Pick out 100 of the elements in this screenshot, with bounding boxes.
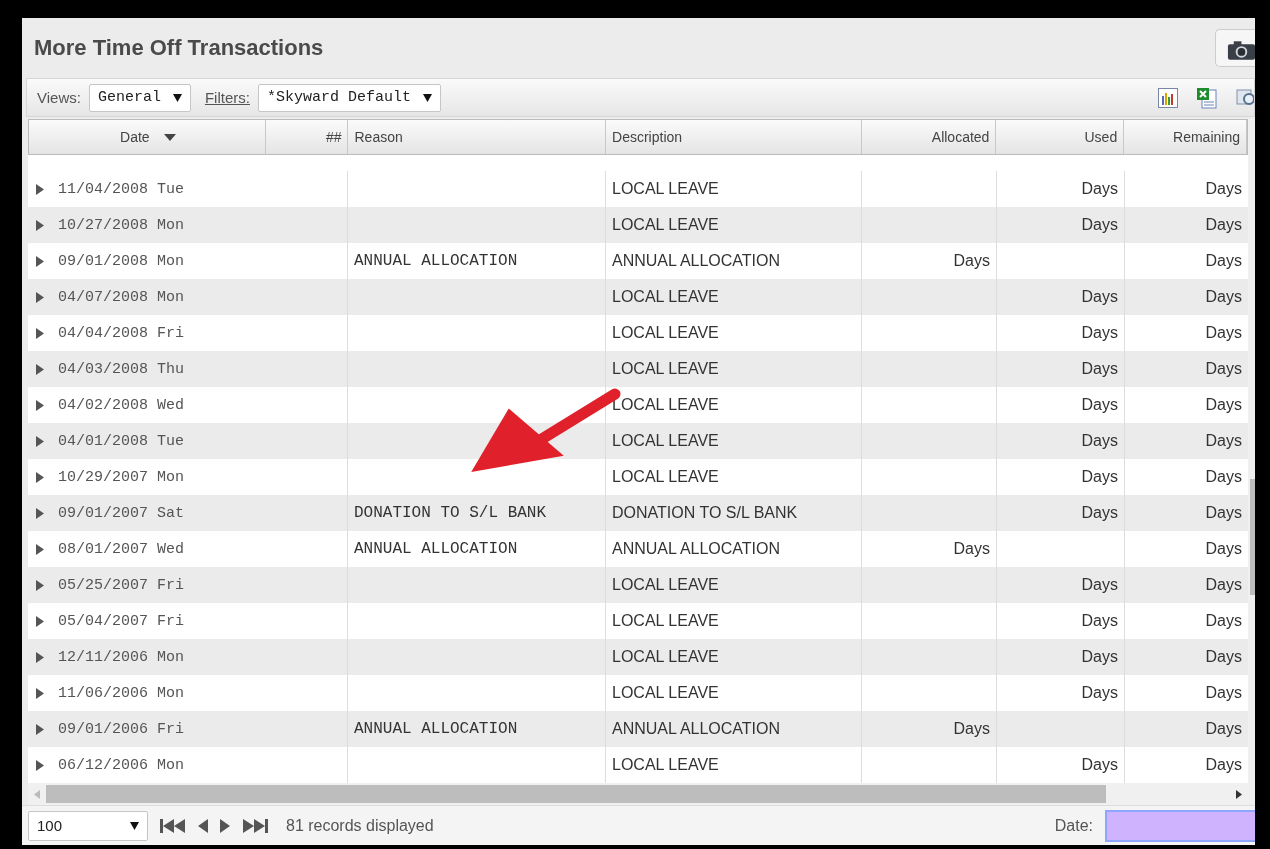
dropdown-caret-icon (130, 821, 139, 830)
remaining-cell: Days (1205, 504, 1242, 523)
description-cell: ANNUAL ALLOCATION (612, 720, 781, 739)
description-cell: LOCAL LEAVE (612, 360, 719, 379)
remaining-cell: Days (1205, 684, 1242, 703)
expand-icon[interactable] (36, 615, 44, 627)
date-cell: 06/12/2006 Mon (58, 756, 185, 774)
description-cell: LOCAL LEAVE (612, 180, 719, 199)
description-cell: LOCAL LEAVE (612, 216, 719, 235)
remaining-cell: Days (1205, 648, 1242, 667)
expand-icon[interactable] (36, 471, 44, 483)
reason-cell: ANNUAL ALLOCATION (354, 720, 518, 739)
reason-cell: DONATION TO S/L BANK (354, 504, 547, 523)
page-size-select[interactable]: 100 (28, 810, 148, 841)
description-cell: DONATION TO S/L BANK (612, 504, 798, 523)
column-header[interactable]: Allocated (861, 120, 997, 155)
used-cell: Days (1081, 576, 1118, 595)
previous-page-icon[interactable] (198, 817, 208, 834)
expand-icon[interactable] (36, 507, 44, 519)
last-page-icon[interactable] (242, 817, 268, 834)
used-cell: Days (1081, 468, 1118, 487)
date-cell: 08/01/2007 Wed (58, 540, 185, 558)
used-cell: Days (1081, 612, 1118, 631)
description-cell: LOCAL LEAVE (612, 288, 719, 307)
dropdown-caret-icon (172, 93, 182, 102)
remaining-cell: Days (1205, 180, 1242, 199)
expand-icon[interactable] (36, 219, 44, 231)
date-cell: 05/04/2007 Fri (58, 612, 185, 630)
views-select[interactable]: General (88, 83, 191, 112)
filters-select[interactable]: *Skyward Default (257, 83, 441, 112)
date-cell: 04/02/2008 Wed (58, 396, 185, 414)
date-cell: 04/03/2008 Thu (58, 360, 185, 378)
allocated-cell: Days (953, 540, 990, 559)
allocated-cell: Days (953, 720, 990, 739)
used-cell: Days (1081, 216, 1118, 235)
page-title: More Time Off Transactions (34, 35, 325, 62)
description-cell: LOCAL LEAVE (612, 612, 719, 631)
date-cell: 04/04/2008 Fri (58, 324, 185, 342)
expand-icon[interactable] (36, 183, 44, 195)
filters-link[interactable]: Filters: (204, 89, 250, 107)
first-page-icon[interactable] (160, 817, 186, 834)
scroll-right-icon[interactable] (1236, 789, 1242, 799)
dropdown-caret-icon (422, 93, 432, 102)
description-cell: LOCAL LEAVE (612, 684, 719, 703)
expand-icon[interactable] (36, 327, 44, 339)
expand-icon[interactable] (36, 435, 44, 447)
description-cell: ANNUAL ALLOCATION (612, 540, 781, 559)
remaining-cell: Days (1205, 216, 1242, 235)
date-cell: 09/01/2006 Fri (58, 720, 185, 738)
date-cell: 11/04/2008 Tue (58, 180, 185, 198)
used-cell: Days (1081, 684, 1118, 703)
description-cell: LOCAL LEAVE (612, 576, 719, 595)
horizontal-scrollbar[interactable] (46, 785, 1106, 804)
remaining-cell: Days (1205, 324, 1242, 343)
expand-icon[interactable] (36, 543, 44, 555)
expand-icon[interactable] (36, 723, 44, 735)
remaining-cell: Days (1205, 288, 1242, 307)
allocated-cell: Days (953, 252, 990, 271)
used-cell: Days (1081, 324, 1118, 343)
used-cell: Days (1081, 360, 1118, 379)
date-cell: 11/06/2006 Mon (58, 684, 185, 702)
date-cell: 04/01/2008 Tue (58, 432, 185, 450)
expand-icon[interactable] (36, 579, 44, 591)
column-header[interactable]: ## (265, 120, 349, 155)
camera-button[interactable] (1215, 29, 1255, 68)
views-label: Views: (37, 89, 81, 107)
date-cell: 10/29/2007 Mon (58, 468, 185, 486)
date-cell: 10/27/2008 Mon (58, 216, 185, 234)
date-cell: 12/11/2006 Mon (58, 648, 185, 666)
expand-icon[interactable] (36, 399, 44, 411)
column-header[interactable]: Remaining (1124, 120, 1247, 155)
column-header[interactable]: Description (606, 120, 862, 155)
column-header[interactable]: Date (29, 120, 266, 155)
spreadsheet-icon[interactable] (1196, 86, 1218, 109)
remaining-cell: Days (1205, 612, 1242, 631)
expand-icon[interactable] (36, 651, 44, 663)
records-count: 81 records displayed (286, 816, 434, 835)
expand-icon[interactable] (36, 255, 44, 267)
bar-chart-icon[interactable] (1158, 87, 1178, 108)
used-cell: Days (1081, 756, 1118, 775)
next-page-icon[interactable] (220, 817, 230, 834)
description-cell: LOCAL LEAVE (612, 468, 719, 487)
reason-cell: ANNUAL ALLOCATION (354, 252, 518, 271)
expand-icon[interactable] (36, 687, 44, 699)
used-cell: Days (1081, 288, 1118, 307)
remaining-cell: Days (1205, 396, 1242, 415)
expand-icon[interactable] (36, 759, 44, 771)
description-cell: LOCAL LEAVE (612, 756, 719, 775)
description-cell: LOCAL LEAVE (612, 432, 719, 451)
remaining-cell: Days (1205, 432, 1242, 451)
description-cell: ANNUAL ALLOCATION (612, 252, 781, 271)
expand-icon[interactable] (36, 291, 44, 303)
sort-down-icon (163, 133, 176, 141)
description-cell: LOCAL LEAVE (612, 648, 719, 667)
used-cell: Days (1081, 180, 1118, 199)
remaining-cell: Days (1205, 252, 1242, 271)
column-header[interactable]: Reason (348, 120, 607, 155)
column-header[interactable]: Used (996, 120, 1125, 155)
date-field[interactable] (1105, 809, 1255, 842)
expand-icon[interactable] (36, 363, 44, 375)
